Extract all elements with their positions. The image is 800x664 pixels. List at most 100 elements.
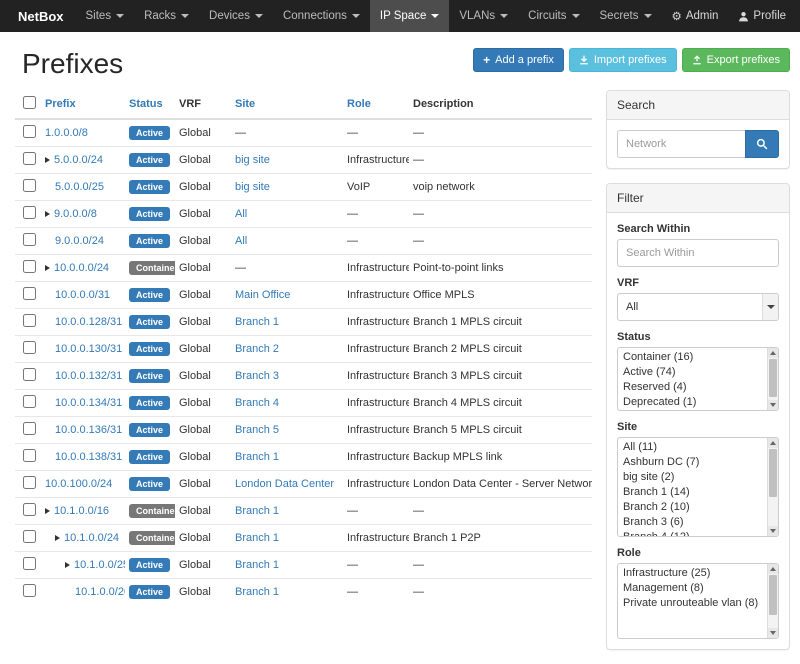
column-header-site[interactable]: Site: [231, 90, 343, 119]
scroll-down-arrow[interactable]: [768, 526, 778, 536]
listbox-option[interactable]: Management (8): [618, 581, 778, 596]
scroll-up-arrow[interactable]: [768, 348, 778, 358]
brand[interactable]: NetBox: [6, 0, 76, 32]
row-checkbox[interactable]: [23, 152, 36, 165]
prefix-link[interactable]: 10.0.0.0/24: [54, 262, 109, 274]
menu-item-racks[interactable]: Racks: [134, 0, 199, 32]
site-link[interactable]: Main Office: [235, 289, 290, 301]
row-checkbox[interactable]: [23, 530, 36, 543]
row-checkbox[interactable]: [23, 449, 36, 462]
row-checkbox[interactable]: [23, 233, 36, 246]
select-all-checkbox[interactable]: [23, 96, 36, 109]
prefix-link[interactable]: 10.0.0.128/31: [55, 316, 122, 328]
prefix-link[interactable]: 9.0.0.0/8: [54, 208, 97, 220]
listbox-option[interactable]: big site (2): [618, 470, 778, 485]
prefix-link[interactable]: 10.1.0.0/16: [54, 505, 109, 517]
menu-item-connections[interactable]: Connections: [273, 0, 370, 32]
row-checkbox[interactable]: [23, 341, 36, 354]
prefix-link[interactable]: 10.1.0.0/25: [74, 559, 125, 571]
site-link[interactable]: Branch 2: [235, 343, 279, 355]
menu-item-ip-space[interactable]: IP Space: [370, 0, 449, 32]
menu-item-circuits[interactable]: Circuits: [518, 0, 589, 32]
prefix-link[interactable]: 10.0.0.130/31: [55, 343, 122, 355]
site-link[interactable]: All: [235, 235, 247, 247]
menu-item-vlans[interactable]: VLANs: [449, 0, 518, 32]
listbox-option[interactable]: Active (74): [618, 365, 778, 380]
row-checkbox[interactable]: [23, 503, 36, 516]
expand-caret-icon[interactable]: [45, 211, 50, 217]
add-a-prefix-button[interactable]: +Add a prefix: [473, 48, 564, 72]
expand-caret-icon[interactable]: [45, 508, 50, 514]
listbox-option[interactable]: Ashburn DC (7): [618, 455, 778, 470]
site-link[interactable]: big site: [235, 181, 270, 193]
site-link[interactable]: Branch 5: [235, 424, 279, 436]
listbox-option[interactable]: Deprecated (1): [618, 395, 778, 410]
site-link[interactable]: Branch 1: [235, 316, 279, 328]
row-checkbox[interactable]: [23, 125, 36, 138]
row-checkbox[interactable]: [23, 422, 36, 435]
scrollbar[interactable]: [767, 438, 778, 536]
row-checkbox[interactable]: [23, 368, 36, 381]
row-checkbox[interactable]: [23, 260, 36, 273]
prefix-link[interactable]: 9.0.0.0/24: [55, 235, 104, 247]
listbox-option[interactable]: Branch 1 (14): [618, 485, 778, 500]
import-prefixes-button[interactable]: Import prefixes: [569, 48, 677, 72]
expand-caret-icon[interactable]: [55, 535, 60, 541]
listbox-option[interactable]: Branch 3 (6): [618, 515, 778, 530]
user-menu-profile[interactable]: Profile: [728, 0, 796, 32]
scroll-down-arrow[interactable]: [768, 400, 778, 410]
listbox-option[interactable]: All (11): [618, 440, 778, 455]
search-input[interactable]: [617, 130, 745, 158]
prefix-link[interactable]: 5.0.0.0/25: [55, 181, 104, 193]
site-link[interactable]: Branch 4: [235, 397, 279, 409]
expand-caret-icon[interactable]: [65, 562, 70, 568]
expand-caret-icon[interactable]: [45, 157, 50, 163]
scroll-thumb[interactable]: [769, 449, 777, 497]
search-button[interactable]: [745, 130, 779, 158]
scroll-up-arrow[interactable]: [768, 438, 778, 448]
vrf-select[interactable]: All: [617, 293, 779, 321]
menu-item-secrets[interactable]: Secrets: [590, 0, 662, 32]
site-link[interactable]: London Data Center: [235, 478, 334, 490]
prefix-link[interactable]: 10.1.0.0/26: [75, 586, 125, 598]
row-checkbox[interactable]: [23, 584, 36, 597]
prefix-link[interactable]: 10.0.0.134/31: [55, 397, 122, 409]
listbox-option[interactable]: Branch 4 (12): [618, 530, 778, 537]
expand-caret-icon[interactable]: [45, 265, 50, 271]
scrollbar[interactable]: [767, 348, 778, 410]
prefix-link[interactable]: 10.1.0.0/24: [64, 532, 119, 544]
user-menu-admin[interactable]: ⚙Admin: [662, 0, 729, 32]
prefix-link[interactable]: 10.0.100.0/24: [45, 478, 112, 490]
listbox-option[interactable]: Private unrouteable vlan (8): [618, 596, 778, 611]
prefix-link[interactable]: 10.0.0.138/31: [55, 451, 122, 463]
user-menu-log-out[interactable]: Log out: [796, 0, 800, 32]
scrollbar[interactable]: [767, 564, 778, 638]
site-link[interactable]: Branch 1: [235, 586, 279, 598]
row-checkbox[interactable]: [23, 557, 36, 570]
site-link[interactable]: All: [235, 208, 247, 220]
scroll-thumb[interactable]: [769, 575, 777, 615]
site-link[interactable]: Branch 1: [235, 505, 279, 517]
row-checkbox[interactable]: [23, 287, 36, 300]
site-link[interactable]: big site: [235, 154, 270, 166]
prefix-link[interactable]: 1.0.0.0/8: [45, 127, 88, 139]
row-checkbox[interactable]: [23, 179, 36, 192]
listbox-option[interactable]: Infrastructure (25): [618, 566, 778, 581]
search-within-input[interactable]: [617, 239, 779, 267]
column-header-status[interactable]: Status: [125, 90, 175, 119]
row-checkbox[interactable]: [23, 314, 36, 327]
column-header-prefix[interactable]: Prefix: [41, 90, 125, 119]
menu-item-sites[interactable]: Sites: [76, 0, 135, 32]
scroll-down-arrow[interactable]: [768, 628, 778, 638]
site-link[interactable]: Branch 1: [235, 532, 279, 544]
scroll-up-arrow[interactable]: [768, 564, 778, 574]
scroll-thumb[interactable]: [769, 359, 777, 397]
site-link[interactable]: Branch 1: [235, 559, 279, 571]
row-checkbox[interactable]: [23, 206, 36, 219]
export-prefixes-button[interactable]: Export prefixes: [682, 48, 790, 72]
menu-item-devices[interactable]: Devices: [199, 0, 273, 32]
column-header-role[interactable]: Role: [343, 90, 409, 119]
listbox-option[interactable]: Container (16): [618, 350, 778, 365]
prefix-link[interactable]: 10.0.0.132/31: [55, 370, 122, 382]
listbox-option[interactable]: Reserved (4): [618, 380, 778, 395]
